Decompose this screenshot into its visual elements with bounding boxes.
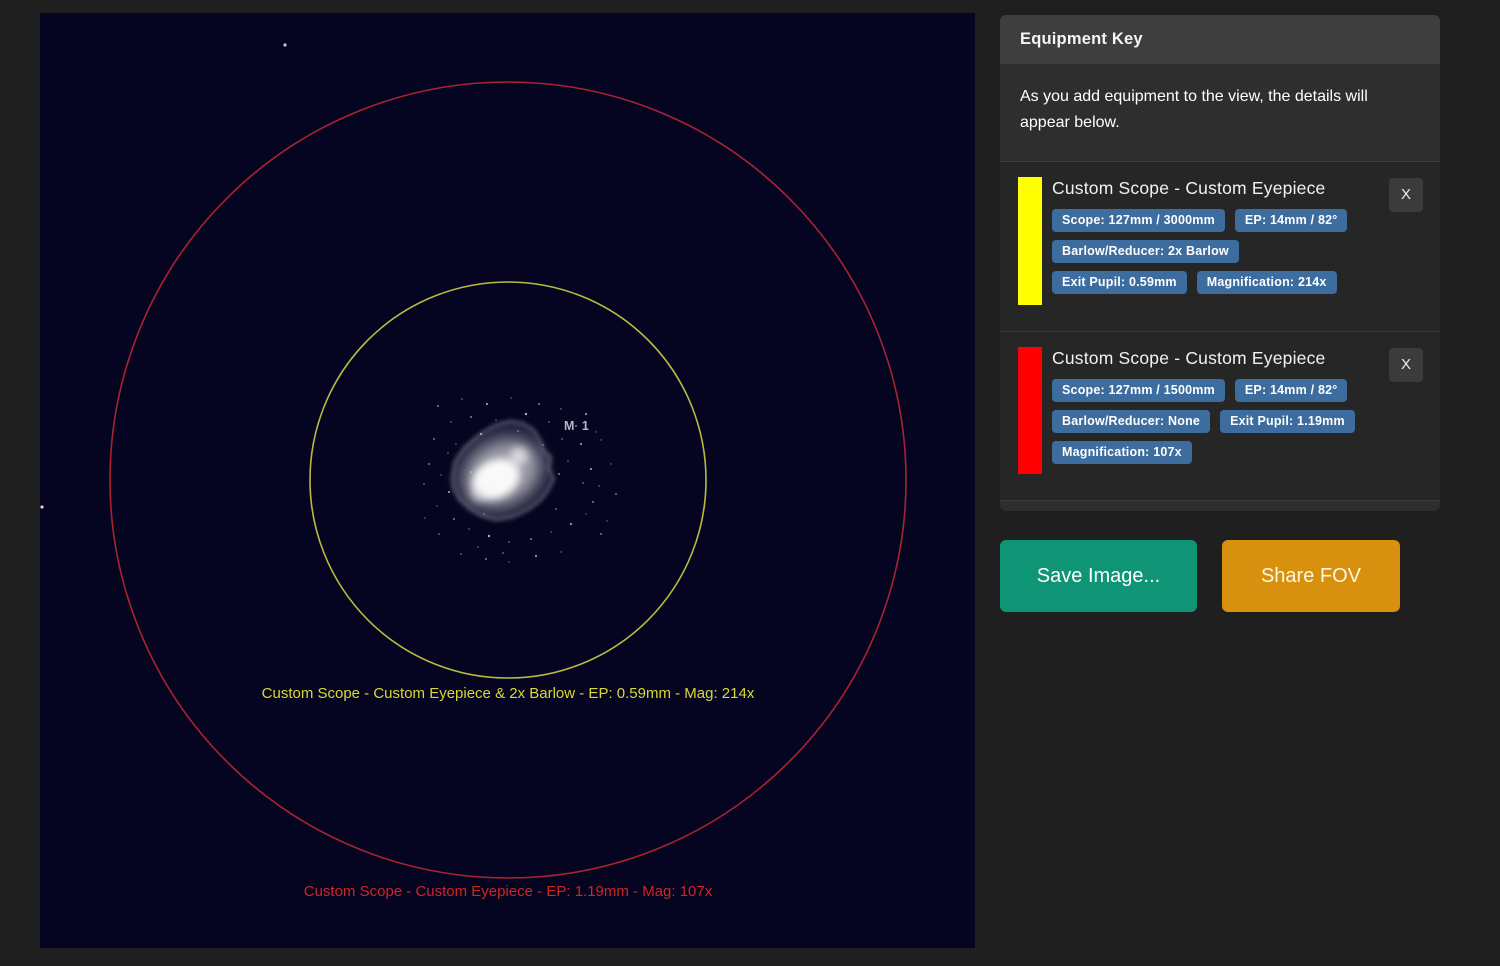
star <box>283 43 287 47</box>
equipment-badge: EP: 14mm / 82° <box>1234 208 1348 232</box>
star <box>582 482 584 484</box>
star <box>585 413 587 415</box>
panel-bottom-pad <box>1000 500 1440 511</box>
star <box>461 398 463 400</box>
star <box>560 408 562 410</box>
fov-label-red: Custom Scope - Custom Eyepiece - EP: 1.1… <box>304 883 713 900</box>
star <box>448 491 450 493</box>
equipment-badge: Barlow/Reducer: 2x Barlow <box>1052 239 1239 263</box>
star <box>468 528 470 530</box>
equipment-title: Custom Scope - Custom Eyepiece <box>1052 177 1326 198</box>
star <box>590 468 592 470</box>
star <box>550 531 552 533</box>
equipment-item: Custom Scope - Custom Eyepiece Scope: 12… <box>1000 330 1440 501</box>
equipment-details: Custom Scope - Custom Eyepiece Scope: 12… <box>1048 347 1422 474</box>
star <box>433 438 435 440</box>
star <box>495 419 497 421</box>
equipment-item: Custom Scope - Custom Eyepiece Scope: 12… <box>1000 160 1440 331</box>
star <box>567 460 569 462</box>
star <box>437 405 439 407</box>
star <box>486 403 488 405</box>
equipment-badge: Scope: 127mm / 3000mm <box>1052 208 1225 232</box>
star <box>610 463 612 465</box>
fov-svg: M 1 Custom Scope - Custom Eyepiece & 2x … <box>40 43 907 900</box>
star <box>598 485 600 487</box>
star <box>530 538 532 540</box>
remove-equipment-button[interactable]: X <box>1389 347 1423 382</box>
equipment-badge: Scope: 127mm / 1500mm <box>1052 378 1225 402</box>
star <box>428 463 430 465</box>
star <box>595 431 597 433</box>
equipment-details: Custom Scope - Custom Eyepiece Scope: 12… <box>1048 177 1422 305</box>
star <box>485 558 487 560</box>
star <box>615 493 617 495</box>
star <box>548 421 550 423</box>
equipment-badge: Magnification: 107x <box>1052 440 1192 464</box>
star <box>570 523 572 525</box>
star <box>585 513 587 515</box>
equipment-badge: Barlow/Reducer: None <box>1052 409 1211 433</box>
badge-container: Scope: 127mm / 1500mm EP: 14mm / 82° Barlo… <box>1052 371 1382 464</box>
equipment-title: Custom Scope - Custom Eyepiece <box>1052 347 1326 368</box>
star <box>508 541 510 543</box>
star <box>470 416 472 418</box>
star <box>555 508 557 510</box>
nebula-m1 <box>451 420 555 521</box>
star <box>560 551 562 553</box>
fov-label-yellow: Custom Scope - Custom Eyepiece & 2x Barl… <box>262 685 755 702</box>
star <box>502 552 504 554</box>
save-image-button[interactable]: Save Image... <box>1000 540 1197 612</box>
star <box>510 397 512 399</box>
star <box>424 517 426 519</box>
star <box>438 533 440 535</box>
star <box>460 553 462 555</box>
star <box>600 439 602 441</box>
star <box>423 483 425 485</box>
star <box>440 474 442 476</box>
badge-container: Scope: 127mm / 3000mm EP: 14mm / 82° Barlo… <box>1052 201 1382 294</box>
star <box>487 534 491 538</box>
equipment-list: Custom Scope - Custom Eyepiece Scope: 12… <box>1000 160 1440 501</box>
equipment-badge: Exit Pupil: 0.59mm <box>1052 270 1187 294</box>
star <box>600 533 602 535</box>
equipment-key-panel: Equipment Key As you add equipment to th… <box>1000 15 1440 511</box>
star <box>606 520 608 522</box>
star <box>535 555 537 557</box>
star <box>436 505 438 507</box>
fov-view: M 1 Custom Scope - Custom Eyepiece & 2x … <box>40 13 975 948</box>
star <box>538 403 540 405</box>
equipment-badge: Exit Pupil: 1.19mm <box>1220 409 1355 433</box>
star <box>477 546 479 548</box>
equipment-key-title: Equipment Key <box>1000 15 1440 64</box>
equipment-key-intro: As you add equipment to the view, the de… <box>1020 88 1368 132</box>
star <box>558 473 560 475</box>
equipment-color-bar <box>1018 346 1042 474</box>
star <box>580 443 582 445</box>
star <box>561 438 563 440</box>
star <box>592 501 594 503</box>
equipment-badge: Magnification: 214x <box>1196 270 1337 294</box>
star <box>40 505 44 509</box>
target-name-label: M 1 <box>564 419 591 433</box>
share-fov-button[interactable]: Share FOV <box>1222 540 1400 612</box>
star <box>447 452 449 454</box>
star <box>453 518 455 520</box>
equipment-color-bar <box>1018 176 1042 305</box>
star <box>524 412 528 416</box>
equipment-badge: EP: 14mm / 82° <box>1234 378 1348 402</box>
star <box>508 561 510 563</box>
star <box>455 443 457 445</box>
remove-equipment-button[interactable]: X <box>1389 177 1423 212</box>
star <box>450 421 452 423</box>
